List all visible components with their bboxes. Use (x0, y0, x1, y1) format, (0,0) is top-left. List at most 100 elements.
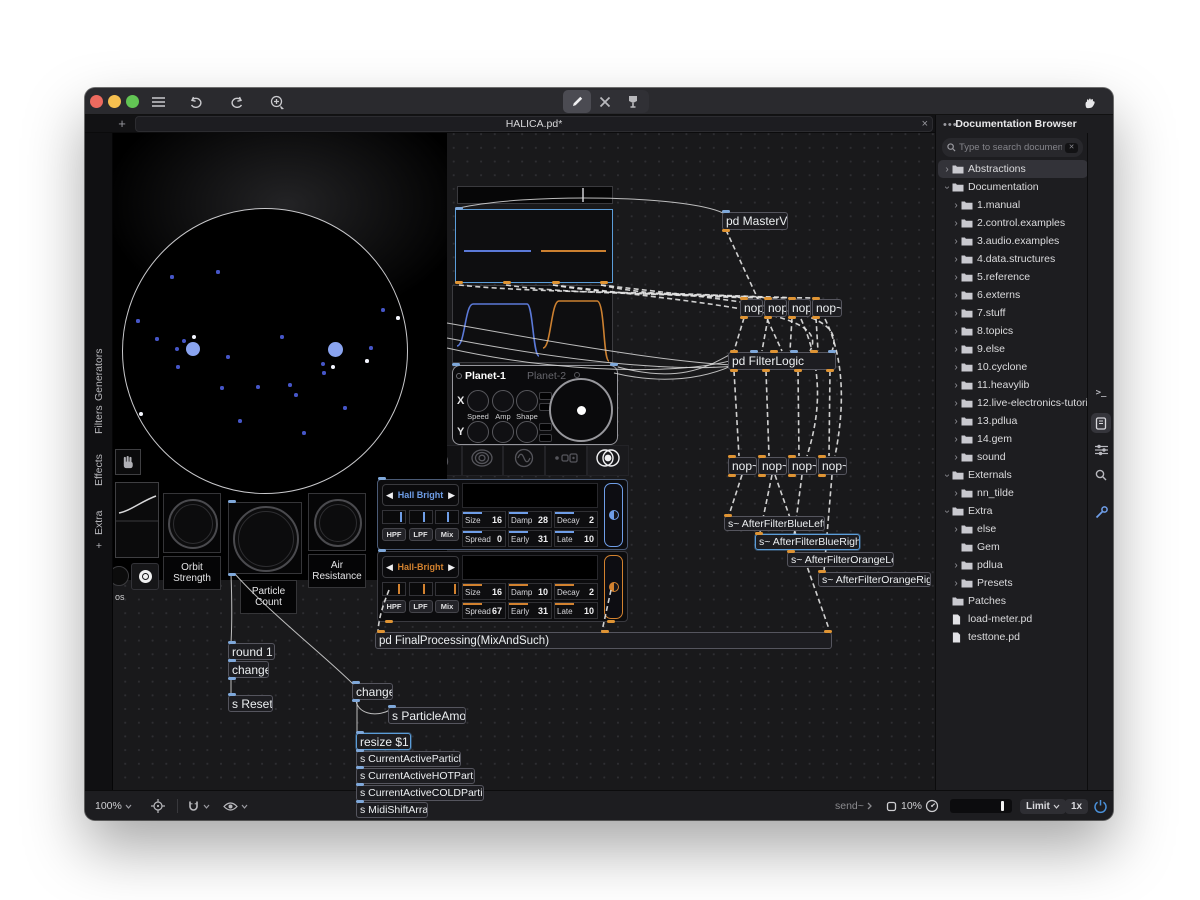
tree-item-6-externs[interactable]: ›6.externs (938, 286, 1088, 304)
inlet-signal[interactable] (810, 350, 818, 353)
nop-tilde[interactable]: nop~ (788, 457, 817, 475)
hand-tool-icon[interactable] (115, 449, 141, 475)
tree-item-pdlua[interactable]: ›pdlua (938, 556, 1088, 574)
undo-icon[interactable] (187, 93, 205, 111)
chevron-icon[interactable]: › (951, 452, 961, 463)
chevron-icon[interactable]: › (951, 290, 961, 301)
param-damp[interactable]: Damp10 (508, 583, 552, 600)
patch-canvas[interactable]: osOrbitStrengthParticleCountAirResistanc… (85, 133, 935, 790)
chevron-icon[interactable]: › (951, 254, 961, 265)
inlet-control[interactable] (228, 659, 236, 662)
param-size[interactable]: Size16 (462, 583, 506, 600)
maximize-window-button[interactable] (126, 95, 139, 108)
tree-item-presets[interactable]: ›Presets (938, 574, 1088, 592)
chevron-icon[interactable]: › (951, 560, 961, 571)
chevron-icon[interactable]: › (942, 182, 953, 192)
outlet-control[interactable] (228, 573, 236, 576)
inlet-control[interactable] (455, 207, 463, 210)
center-canvas-button[interactable] (151, 791, 165, 820)
chevron-icon[interactable]: › (951, 326, 961, 337)
chevron-icon[interactable]: › (951, 362, 961, 373)
send-reset[interactable]: s Reset (228, 695, 273, 712)
planet-knob-amp[interactable] (492, 421, 514, 443)
send-currentactivehotparticles[interactable]: s CurrentActiveHOTParticles (356, 768, 475, 784)
outlet-signal[interactable] (722, 229, 730, 232)
change-object[interactable]: change (228, 661, 269, 678)
preset-selector[interactable]: ◀Hall-Bright▶ (382, 556, 459, 578)
param-early[interactable]: Early31 (508, 602, 552, 619)
chevron-icon[interactable]: › (951, 578, 961, 589)
inlet-control[interactable] (378, 549, 386, 552)
documentation-icon[interactable] (1091, 413, 1111, 433)
inlet-signal[interactable] (824, 630, 832, 633)
inlet-control[interactable] (352, 681, 360, 684)
outlet-signal[interactable] (455, 281, 463, 284)
output-level-meter[interactable] (950, 799, 1012, 813)
nop-tilde[interactable]: nop~ (788, 299, 811, 317)
next-preset-icon[interactable]: ▶ (448, 562, 455, 573)
chevron-icon[interactable]: › (951, 380, 961, 391)
outlet-signal[interactable] (762, 369, 770, 372)
inlet-control[interactable] (378, 477, 386, 480)
effect-tab-output[interactable] (587, 445, 629, 476)
prev-preset-icon[interactable]: ◀ (386, 490, 393, 501)
outlet-signal[interactable] (730, 369, 738, 372)
master-hslider[interactable] (457, 186, 613, 204)
planet-panel[interactable]: Planet-1Planet-2XYSpeedAmpShape (452, 365, 618, 445)
tree-item-abstractions[interactable]: ›Abstractions (938, 160, 1088, 178)
reverb-module-2[interactable]: ◀Hall-Bright▶HPFLPFMixSize16Damp10Decay2… (377, 551, 628, 622)
documentation-search[interactable]: ✕ (942, 138, 1083, 157)
param-late[interactable]: Late10 (554, 602, 598, 619)
tree-item-load-meter-pd[interactable]: load-meter.pd (938, 610, 1088, 628)
visibility-settings-button[interactable] (223, 791, 248, 820)
send-particleamount[interactable]: s ParticleAmount (388, 707, 466, 724)
mini-slider[interactable] (382, 582, 406, 596)
tree-item-else[interactable]: ›else (938, 520, 1088, 538)
inlet-control[interactable] (356, 783, 364, 786)
chevron-icon[interactable]: › (942, 470, 953, 480)
clear-search-icon[interactable]: ✕ (1065, 143, 1078, 153)
chevron-icon[interactable]: › (951, 488, 961, 499)
outlet-signal[interactable] (764, 316, 772, 319)
inlet-control[interactable] (452, 363, 460, 366)
param-early[interactable]: Early31 (508, 530, 552, 547)
outlet-signal[interactable] (607, 620, 615, 623)
tree-item-9-else[interactable]: ›9.else (938, 340, 1088, 358)
inlet-signal[interactable] (755, 532, 763, 535)
chevron-icon[interactable]: › (951, 200, 961, 211)
inlet-signal[interactable] (728, 455, 736, 458)
inlet-signal[interactable] (818, 570, 826, 573)
planet-knob-speed[interactable] (467, 421, 489, 443)
outlet-signal[interactable] (385, 620, 393, 623)
mini-slider[interactable] (435, 510, 459, 524)
limiter-toggle[interactable]: Limit (1020, 791, 1066, 820)
inlet-signal[interactable] (787, 550, 795, 553)
inlet-control[interactable] (356, 731, 364, 734)
zoom-control[interactable]: 100% (95, 791, 132, 820)
run-mode-icon[interactable] (591, 90, 619, 113)
wet-dry-slider[interactable] (604, 555, 623, 619)
filter-button-mix[interactable]: Mix (435, 528, 459, 541)
outlet-signal[interactable] (812, 316, 820, 319)
tree-item-externals[interactable]: ›Externals (938, 466, 1088, 484)
inlet-control[interactable] (610, 363, 618, 366)
tab-halica[interactable]: HALICA.pd* × (135, 116, 933, 132)
tree-item-documentation[interactable]: ›Documentation (938, 178, 1088, 196)
chevron-icon[interactable]: › (951, 308, 961, 319)
tree-item-8-topics[interactable]: ›8.topics (938, 322, 1088, 340)
effect-tab-wave[interactable] (503, 445, 545, 476)
radio-icon[interactable] (456, 373, 462, 379)
planet-knob-amp[interactable] (492, 390, 514, 412)
tree-item-patches[interactable]: Patches (938, 592, 1088, 610)
tree-item-2-control-examples[interactable]: ›2.control.examples (938, 214, 1088, 232)
chevron-icon[interactable]: › (951, 398, 961, 409)
outlet-signal[interactable] (788, 316, 796, 319)
planet-knob-shape[interactable] (516, 421, 538, 443)
inlet-signal[interactable] (812, 297, 820, 300)
inlet-control[interactable] (228, 641, 236, 644)
inlet-signal[interactable] (740, 297, 748, 300)
change-object[interactable]: change (352, 683, 393, 700)
outlet-signal[interactable] (826, 369, 834, 372)
palette-tab-add[interactable]: + (85, 536, 113, 556)
audio-meter-button[interactable] (925, 791, 939, 820)
